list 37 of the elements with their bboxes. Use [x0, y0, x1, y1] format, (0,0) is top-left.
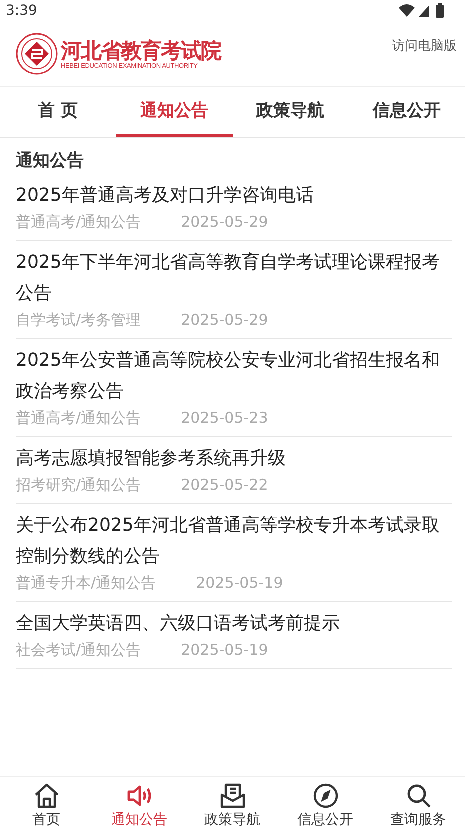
- search-icon: [406, 783, 432, 809]
- article-category: 招考研究/通知公告: [16, 476, 142, 495]
- article-category: 社会考试/通知公告: [16, 641, 142, 660]
- article-category: 自学考试/考务管理: [16, 311, 142, 330]
- article-title-link[interactable]: 高考志愿填报智能参考系统再升级: [16, 443, 452, 474]
- article-title-link[interactable]: 2025年普通高考及对口升学咨询电话: [16, 180, 452, 211]
- nav-tab[interactable]: 信息公开: [348, 87, 465, 137]
- article-date: 2025-05-22: [181, 476, 268, 495]
- speaker-icon: [126, 783, 152, 809]
- inbox-icon: [220, 783, 246, 809]
- desktop-version-link[interactable]: 访问电脑版: [392, 37, 457, 55]
- home-icon: [34, 783, 60, 809]
- bottom-nav-item[interactable]: 查询服务: [372, 777, 465, 835]
- article-category: 普通专升本/通知公告: [16, 574, 156, 593]
- article-date: 2025-05-29: [181, 311, 268, 330]
- article-date: 2025-05-29: [181, 213, 268, 232]
- article-category: 普通高考/通知公告: [16, 213, 142, 232]
- bottom-nav-item[interactable]: 信息公开: [279, 777, 372, 835]
- section-title: 通知公告: [16, 150, 85, 173]
- article-title-link[interactable]: 关于公布2025年河北省普通高等学校专升本考试录取控制分数线的公告: [16, 510, 452, 572]
- status-time: 3:39: [6, 3, 38, 19]
- article-category: 普通高考/通知公告: [16, 409, 142, 428]
- bottom-nav-item[interactable]: 政策导航: [186, 777, 279, 835]
- logo-title: 河北省教育考试院: [61, 38, 221, 62]
- nav-tab[interactable]: 首 页: [0, 87, 116, 137]
- article-title-link[interactable]: 2025年公安普通高等院校公安专业河北省招生报名和政治考察公告: [16, 345, 452, 407]
- article-date: 2025-05-19: [196, 574, 284, 593]
- article-date: 2025-05-19: [181, 641, 268, 660]
- article-title-link[interactable]: 2025年下半年河北省高等教育自学考试理论课程报考公告: [16, 247, 452, 309]
- bottom-nav-item[interactable]: 通知公告: [93, 777, 186, 835]
- article-title-link[interactable]: 全国大学英语四、六级口语考试考前提示: [16, 608, 452, 639]
- compass-icon: [312, 783, 338, 809]
- nav-tab[interactable]: 通知公告: [116, 87, 232, 137]
- article-date: 2025-05-23: [181, 409, 268, 428]
- bottom-nav-item[interactable]: 首页: [0, 777, 93, 835]
- nav-tab[interactable]: 政策导航: [232, 87, 349, 137]
- emblem-icon: [16, 33, 58, 75]
